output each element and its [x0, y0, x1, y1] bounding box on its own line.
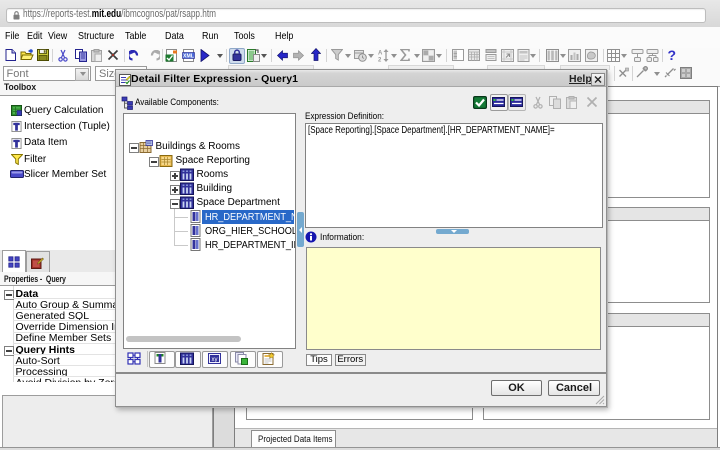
svg-text:XML: XML	[183, 53, 195, 59]
svg-text:A: A	[378, 50, 383, 56]
svg-text:2: 2	[378, 57, 382, 62]
svg-text:xy: xy	[212, 357, 218, 363]
